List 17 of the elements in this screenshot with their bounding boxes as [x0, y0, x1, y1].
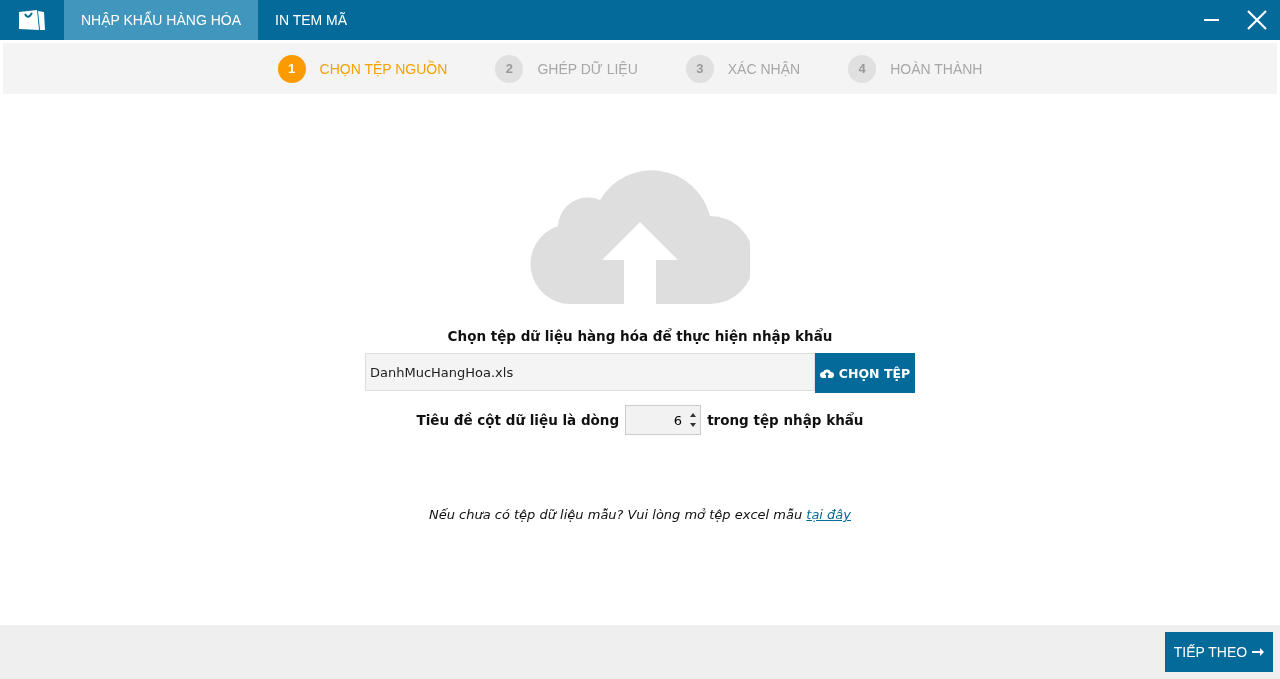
header-row-label: Tiêu đề cột dữ liệu là dòng	[416, 412, 620, 428]
choose-file-button[interactable]: CHỌN TỆP	[815, 353, 915, 393]
tab[interactable]: IN TEM MÃ	[258, 0, 365, 40]
template-link[interactable]: tại đây	[806, 507, 851, 522]
shopping-bag-icon	[17, 8, 47, 32]
close-icon	[1247, 10, 1267, 30]
header-row-suffix: trong tệp nhập khẩu	[707, 412, 864, 428]
spinner-arrows-icon[interactable]	[689, 411, 698, 429]
file-name-field[interactable]: DanhMucHangHoa.xls	[365, 353, 815, 391]
upload-heading: Chọn tệp dữ liệu hàng hóa để thực hiện nhập khẩu	[447, 328, 833, 344]
cloud-upload-icon	[819, 368, 834, 378]
minimize-icon	[1203, 19, 1219, 21]
tab[interactable]: NHẬP KHẨU HÀNG HÓA	[64, 0, 258, 40]
template-hint: Nếu chưa có tệp dữ liệu mẫu? Vui lòng mở tệp excel mẫu tại đây	[428, 507, 851, 522]
arrow-right-icon	[1252, 648, 1265, 656]
next-button[interactable]: TIẾP THEO	[1165, 632, 1273, 672]
row-number-spinner[interactable]: 6	[625, 405, 702, 435]
